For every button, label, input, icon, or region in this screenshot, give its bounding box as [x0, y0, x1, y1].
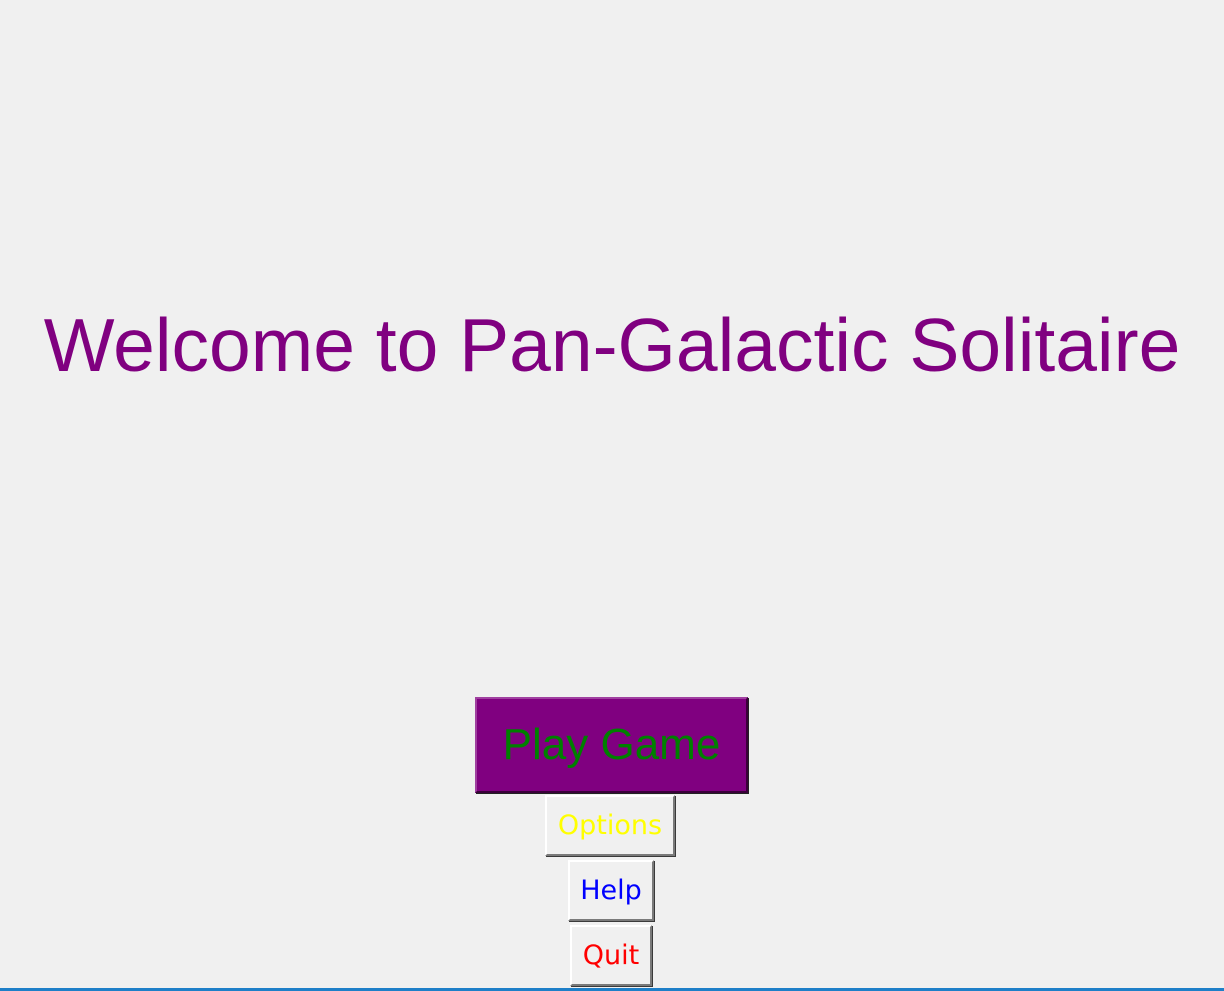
options-button[interactable]: Options [545, 795, 675, 856]
welcome-title: Welcome to Pan-Galactic Solitaire [43, 303, 1181, 387]
play-game-button[interactable]: Play Game [475, 697, 748, 793]
app-window: Welcome to Pan-Galactic Solitaire Play G… [0, 0, 1224, 991]
help-button[interactable]: Help [568, 860, 654, 921]
quit-button[interactable]: Quit [570, 925, 652, 986]
